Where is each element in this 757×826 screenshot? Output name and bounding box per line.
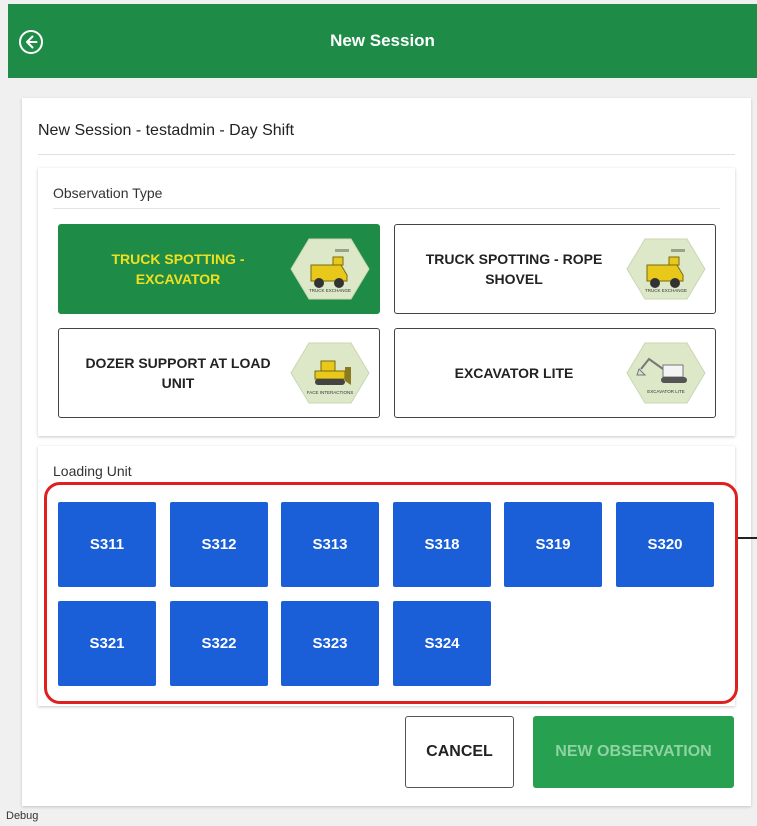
loading-unit-button-s323[interactable]: S323 (281, 601, 379, 686)
loading-unit-label: Loading Unit (53, 463, 132, 479)
new-observation-button[interactable]: NEW OBSERVATION (533, 716, 734, 788)
observation-option-truck-spotting-excavator[interactable]: TRUCK SPOTTING - EXCAVATOR TRUCK EXCHANG… (58, 224, 380, 314)
arrow-left-circle-icon[interactable] (18, 29, 44, 55)
annotation-pointer-line (738, 537, 757, 539)
session-title: New Session - testadmin - Day Shift (38, 122, 295, 139)
badge-text: EXCAVATOR LITE (647, 389, 684, 394)
loading-unit-button-s320[interactable]: S320 (616, 502, 714, 587)
observation-type-label: Observation Type (53, 185, 163, 201)
badge-text: TRUCK EXCHANGE (645, 288, 687, 293)
observation-option-label: DOZER SUPPORT AT LOAD UNIT (85, 355, 271, 391)
badge-text: TRUCK EXCHANGE (309, 288, 351, 293)
page-title: New Session (330, 31, 435, 50)
cancel-button[interactable]: CANCEL (405, 716, 514, 788)
loading-unit-button-s319[interactable]: S319 (504, 502, 602, 587)
loading-unit-button-s313[interactable]: S313 (281, 502, 379, 587)
debug-label: Debug (6, 810, 39, 822)
loading-unit-button-s322[interactable]: S322 (170, 601, 268, 686)
loading-unit-button-s318[interactable]: S318 (393, 502, 491, 587)
observation-option-truck-spotting-rope-shovel[interactable]: TRUCK SPOTTING - ROPE SHOVEL TRUCK EXCHA… (394, 224, 716, 314)
dump-truck-icon: TRUCK EXCHANGE (289, 237, 371, 301)
loading-unit-button-s312[interactable]: S312 (170, 502, 268, 587)
observation-option-dozer-support[interactable]: DOZER SUPPORT AT LOAD UNIT FACE INTERACT… (58, 328, 380, 418)
session-form-card: New Session - testadmin - Day Shift Obse… (22, 98, 751, 806)
back-button[interactable] (18, 29, 44, 55)
excavator-icon: EXCAVATOR LITE (625, 341, 707, 405)
loading-unit-button-s321[interactable]: S321 (58, 601, 156, 686)
loading-unit-button-s324[interactable]: S324 (393, 601, 491, 686)
loading-unit-button-s311[interactable]: S311 (58, 502, 156, 587)
dump-truck-icon: TRUCK EXCHANGE (625, 237, 707, 301)
badge-text: FACE INTERACTIONS (307, 390, 354, 395)
observation-option-label: TRUCK SPOTTING - ROPE SHOVEL (425, 251, 603, 287)
dozer-icon: FACE INTERACTIONS (289, 341, 371, 405)
observation-option-excavator-lite[interactable]: EXCAVATOR LITE EXCAVATOR LITE (394, 328, 716, 418)
observation-option-label: EXCAVATOR LITE (454, 365, 574, 381)
divider (38, 154, 735, 155)
observation-option-label: TRUCK SPOTTING - EXCAVATOR (111, 251, 245, 287)
divider (53, 208, 720, 209)
top-app-bar: New Session (8, 4, 757, 78)
